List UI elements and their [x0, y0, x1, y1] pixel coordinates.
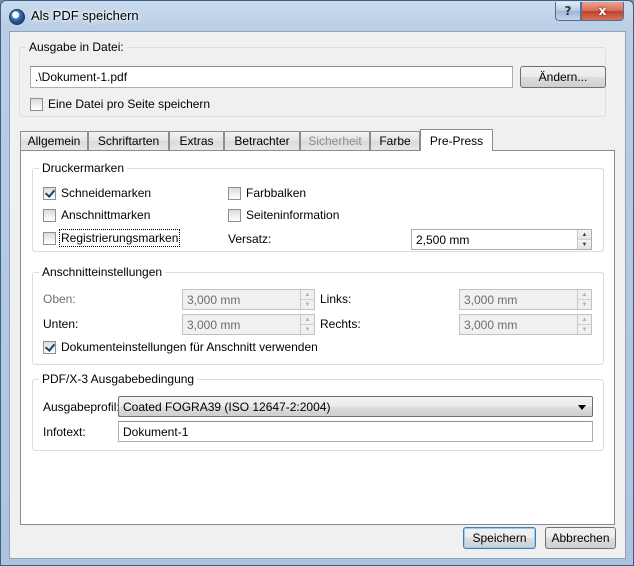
tab-pre-press[interactable]: Pre-Press: [420, 129, 493, 151]
app-icon: [9, 9, 25, 25]
info-text-label: Infotext:: [43, 425, 86, 439]
color-bars-checkbox[interactable]: [228, 186, 241, 200]
left-spinbox[interactable]: 3,000 mm ▲ ▼: [459, 289, 592, 310]
tab-farbe[interactable]: Farbe: [370, 131, 420, 150]
spin-up-icon[interactable]: ▲: [301, 290, 314, 299]
crop-marks-option[interactable]: Schneidemarken: [43, 185, 151, 201]
spin-up-icon[interactable]: ▲: [578, 315, 591, 324]
page-info-label: Seiteninformation: [246, 208, 340, 222]
registration-marks-checkbox[interactable]: [43, 231, 56, 245]
pre-press-panel: Druckermarken Schneidemarken Anschnittma…: [20, 150, 615, 525]
info-text-field[interactable]: Dokument-1: [118, 421, 593, 442]
spin-down-icon[interactable]: ▼: [301, 299, 314, 309]
right-spin-buttons[interactable]: ▲ ▼: [577, 315, 591, 334]
registration-marks-label: Registrierungsmarken: [58, 229, 181, 247]
output-profile-label: Ausgabeprofil:: [43, 400, 120, 414]
title-bar[interactable]: Als PDF speichern ? x: [1, 1, 633, 31]
tab-betrachter[interactable]: Betrachter: [224, 131, 300, 150]
crop-marks-checkbox[interactable]: [43, 186, 56, 200]
right-label: Rechts:: [320, 317, 361, 331]
page-info-checkbox[interactable]: [228, 208, 241, 222]
tab-sicherheit[interactable]: Sicherheit: [300, 131, 370, 150]
dialog-window: Als PDF speichern ? x Ausgabe in Datei: …: [0, 0, 634, 566]
spin-up-icon[interactable]: ▲: [578, 290, 591, 299]
bleed-marks-option[interactable]: Anschnittmarken: [43, 207, 150, 223]
printer-marks-title: Druckermarken: [39, 161, 128, 175]
tab-extras[interactable]: Extras: [169, 131, 224, 150]
bottom-spin-buttons[interactable]: ▲ ▼: [300, 315, 314, 334]
offset-spin-buttons[interactable]: ▲ ▼: [577, 230, 591, 249]
close-button[interactable]: x: [581, 2, 624, 21]
top-spin-buttons[interactable]: ▲ ▼: [300, 290, 314, 309]
page-info-option[interactable]: Seiteninformation: [228, 207, 339, 223]
spin-down-icon[interactable]: ▼: [578, 299, 591, 309]
output-group-title: Ausgabe in Datei:: [26, 40, 127, 54]
color-bars-label: Farbbalken: [246, 186, 307, 200]
output-file-field[interactable]: .\Dokument-1.pdf: [30, 66, 513, 88]
bleed-marks-label: Anschnittmarken: [61, 208, 151, 222]
registration-marks-option[interactable]: Registrierungsmarken: [43, 229, 181, 247]
bottom-value: 3,000 mm: [187, 318, 241, 332]
tab-allgemein[interactable]: Allgemein: [20, 131, 88, 150]
bleed-settings-title: Anschnitteinstellungen: [39, 265, 166, 279]
save-button[interactable]: Speichern: [463, 527, 536, 549]
left-label: Links:: [320, 292, 352, 306]
offset-spinbox[interactable]: 2,500 mm ▲ ▼: [411, 229, 592, 250]
per-page-option[interactable]: Eine Datei pro Seite speichern: [30, 96, 210, 112]
spin-down-icon[interactable]: ▼: [578, 324, 591, 334]
help-button[interactable]: ?: [555, 2, 581, 21]
spin-down-icon[interactable]: ▼: [301, 324, 314, 334]
left-spin-buttons[interactable]: ▲ ▼: [577, 290, 591, 309]
offset-label: Versatz:: [228, 232, 272, 246]
color-bars-option[interactable]: Farbbalken: [228, 185, 306, 201]
output-profile-select[interactable]: Coated FOGRA39 (ISO 12647-2:2004): [118, 396, 593, 417]
tab-schriftarten[interactable]: Schriftarten: [88, 131, 169, 150]
right-spinbox[interactable]: 3,000 mm ▲ ▼: [459, 314, 592, 335]
crop-marks-label: Schneidemarken: [61, 186, 152, 200]
top-value: 3,000 mm: [187, 293, 241, 307]
spin-down-icon[interactable]: ▼: [578, 239, 591, 249]
change-button[interactable]: Ändern...: [520, 66, 606, 88]
bleed-marks-checkbox[interactable]: [43, 208, 56, 222]
top-label: Oben:: [43, 292, 76, 306]
output-profile-value: Coated FOGRA39 (ISO 12647-2:2004): [123, 400, 331, 414]
offset-value: 2,500 mm: [416, 233, 470, 247]
dropdown-arrow-icon[interactable]: [578, 405, 586, 410]
use-doc-bleed-checkbox[interactable]: [43, 340, 56, 354]
left-value: 3,000 mm: [464, 293, 518, 307]
bottom-label: Unten:: [43, 317, 79, 331]
use-doc-bleed-label: Dokumenteinstellungen für Anschnitt verw…: [61, 340, 318, 354]
pdfx-group-title: PDF/X-3 Ausgabebedingung: [39, 372, 198, 386]
use-doc-bleed-option[interactable]: Dokumenteinstellungen für Anschnitt verw…: [43, 339, 318, 355]
per-page-checkbox[interactable]: [30, 97, 43, 111]
spin-up-icon[interactable]: ▲: [301, 315, 314, 324]
bottom-spinbox[interactable]: 3,000 mm ▲ ▼: [182, 314, 315, 335]
top-spinbox[interactable]: 3,000 mm ▲ ▼: [182, 289, 315, 310]
window-title: Als PDF speichern: [31, 8, 139, 23]
per-page-label: Eine Datei pro Seite speichern: [48, 97, 211, 111]
cancel-button[interactable]: Abbrechen: [545, 527, 616, 549]
dialog-client-area: Ausgabe in Datei: .\Dokument-1.pdf Änder…: [9, 31, 626, 559]
right-value: 3,000 mm: [464, 318, 518, 332]
spin-up-icon[interactable]: ▲: [578, 230, 591, 239]
